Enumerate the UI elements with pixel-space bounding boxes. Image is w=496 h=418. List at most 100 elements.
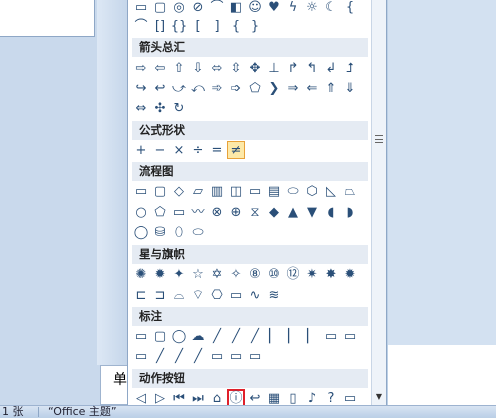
callout-noborder-3-icon[interactable]: ╱ [189, 347, 207, 365]
flow-merge-icon[interactable]: ▼ [303, 203, 321, 221]
no-symbol-icon[interactable]: ⊘ [189, 0, 207, 16]
flow-delay-icon[interactable]: ◗ [341, 203, 359, 221]
rect-icon[interactable]: ▭ [132, 0, 150, 16]
scroll-down-button[interactable]: ▼ [373, 391, 385, 403]
flow-stored-data-icon[interactable]: ◖ [322, 203, 340, 221]
arrow-bent-up-icon[interactable]: ⮥ [341, 59, 359, 77]
circular-arrow-icon[interactable]: ↻ [170, 99, 188, 117]
heart-icon[interactable]: ♥ [265, 0, 283, 16]
slide-thumbnail-area[interactable] [0, 0, 95, 37]
arrow-curved-down-icon[interactable]: ⤺ [189, 79, 207, 97]
flow-sort-icon[interactable]: ◆ [265, 203, 283, 221]
shapes-gallery[interactable]: ▭ ▢ ◎ ⊘ ⌒ ◧ ☺ ♥ ϟ ☼ ☾{⌒[]{}[]{} 箭头总汇 ⇨ ⇦ ⇧ ⇩ ⬄ ⇳ ✥ ⊥ ↱ ↰ ↲ ⮥ ↪ ↩ ⤻… [127, 0, 387, 405]
arc-icon[interactable]: ⌒ [208, 0, 226, 16]
bracket-pair-icon[interactable]: [] [151, 17, 169, 35]
flow-punched-tape-icon[interactable]: 〰 [189, 203, 207, 221]
action-sound-icon[interactable]: ♪ [303, 389, 321, 405]
chevron-arrow-icon[interactable]: ❯ [265, 79, 283, 97]
flow-extract-icon[interactable]: ▲ [284, 203, 302, 221]
arrow-left-right-icon[interactable]: ⬄ [208, 59, 226, 77]
callout-accent-border-1-icon[interactable]: ▭ [208, 347, 226, 365]
arrow-up-icon[interactable]: ⇧ [170, 59, 188, 77]
brace-icon[interactable]: { [341, 0, 359, 16]
rect-icon[interactable]: ▢ [151, 0, 169, 16]
callout-border-1-icon[interactable]: ▭ [322, 327, 340, 345]
flow-collate-icon[interactable]: ⧖ [246, 203, 264, 221]
arc-icon[interactable]: ⌒ [132, 17, 150, 35]
arrow-bent-icon[interactable]: ↱ [284, 59, 302, 77]
callout-cloud-icon[interactable]: ☁ [189, 327, 207, 345]
gallery-scrollbar[interactable]: ▼ [371, 0, 386, 405]
callout-accent-border-2-icon[interactable]: ▭ [227, 347, 245, 365]
callout-line-3-icon[interactable]: ╱ [246, 327, 264, 345]
scroll-horizontal-icon[interactable]: ▭ [227, 286, 245, 304]
flow-predefined-icon[interactable]: ▥ [208, 182, 226, 200]
moon-icon[interactable]: ☾ [322, 0, 340, 16]
callout-line-2-icon[interactable]: ╱ [227, 327, 245, 345]
action-movie-icon[interactable]: ▦ [265, 389, 283, 405]
star-16-icon[interactable]: ✷ [303, 265, 321, 283]
action-return-icon[interactable]: ↩ [246, 389, 264, 405]
star-5-icon[interactable]: ☆ [189, 265, 207, 283]
pentagon-arrow-icon[interactable]: ⬠ [246, 79, 264, 97]
callout-arrow-right-icon[interactable]: ⇒ [284, 79, 302, 97]
flow-document-icon[interactable]: ▭ [246, 182, 264, 200]
flow-preparation-icon[interactable]: ⬡ [303, 182, 321, 200]
arrow-notched-right-icon[interactable]: ➩ [227, 79, 245, 97]
right-bracket-icon[interactable]: ] [208, 17, 226, 35]
flow-terminator-icon[interactable]: ⬭ [284, 182, 302, 200]
callout-arrow-left-icon[interactable]: ⇐ [303, 79, 321, 97]
arrow-curved-left-icon[interactable]: ↩ [151, 79, 169, 97]
arrow-curved-up-icon[interactable]: ⤻ [170, 79, 188, 97]
flow-decision-icon[interactable]: ◇ [170, 182, 188, 200]
arrow-curved-right-icon[interactable]: ↪ [132, 79, 150, 97]
right-brace-icon[interactable]: } [246, 17, 264, 35]
scroll-vertical-icon[interactable]: ⎔ [208, 286, 226, 304]
curved-ribbon-up-icon[interactable]: ⌓ [170, 286, 188, 304]
star-6-icon[interactable]: ✡ [208, 265, 226, 283]
callout-arrow-quad-icon[interactable]: ✣ [151, 99, 169, 117]
arrow-u-turn-icon[interactable]: ↰ [303, 59, 321, 77]
arrow-quad-icon[interactable]: ✥ [246, 59, 264, 77]
arrow-striped-right-icon[interactable]: ➾ [208, 79, 226, 97]
arrow-down-icon[interactable]: ⇩ [189, 59, 207, 77]
callout-arrow-down-icon[interactable]: ⇓ [341, 79, 359, 97]
action-home-icon[interactable]: ⌂ [208, 389, 226, 405]
flow-process-icon[interactable]: ▭ [132, 182, 150, 200]
brace-pair-icon[interactable]: {} [170, 17, 188, 35]
plus-icon[interactable]: + [132, 141, 150, 159]
flow-data-icon[interactable]: ▱ [189, 182, 207, 200]
arrow-left-right-up-icon[interactable]: ⊥ [265, 59, 283, 77]
star-8-icon[interactable]: ⑧ [246, 265, 264, 283]
flow-display-icon[interactable]: ⬭ [189, 223, 207, 241]
callout-noborder-2-icon[interactable]: ╱ [170, 347, 188, 365]
divide-icon[interactable]: ÷ [189, 141, 207, 159]
lightning-icon[interactable]: ϟ [284, 0, 302, 16]
callout-oval-icon[interactable]: ◯ [170, 327, 188, 345]
double-wave-icon[interactable]: ≋ [265, 286, 283, 304]
flow-sequential-storage-icon[interactable]: ◯ [132, 223, 150, 241]
action-beginning-icon[interactable]: ⏮ [170, 389, 188, 405]
scrollbar-grip[interactable] [375, 135, 383, 143]
star-12-icon[interactable]: ⑫ [284, 265, 302, 283]
circle-icon[interactable]: ◎ [170, 0, 188, 16]
callout-accent-2-icon[interactable]: ▏ [284, 327, 302, 345]
sun-icon[interactable]: ☼ [303, 0, 321, 16]
callout-accent-border-3-icon[interactable]: ▭ [246, 347, 264, 365]
flow-alt-process-icon[interactable]: ▢ [151, 182, 169, 200]
curved-ribbon-down-icon[interactable]: ⌔ [189, 286, 207, 304]
flow-offpage-icon[interactable]: ⬠ [151, 203, 169, 221]
not-equal-icon[interactable]: ≠ [227, 141, 245, 159]
callout-rounded-rect-icon[interactable]: ▢ [151, 327, 169, 345]
action-forward-icon[interactable]: ▷ [151, 389, 169, 405]
flow-internal-storage-icon[interactable]: ◫ [227, 182, 245, 200]
star-10-icon[interactable]: ⑩ [265, 265, 283, 283]
ribbon-down-icon[interactable]: ⊐ [151, 286, 169, 304]
explosion-1-icon[interactable]: ✺ [132, 265, 150, 283]
callout-accent-3-icon[interactable]: ▏ [303, 327, 321, 345]
equal-icon[interactable]: = [208, 141, 226, 159]
flow-multidocument-icon[interactable]: ▤ [265, 182, 283, 200]
minus-icon[interactable]: − [151, 141, 169, 159]
action-information-icon[interactable]: ⓘ [227, 389, 245, 405]
star-24-icon[interactable]: ✸ [322, 265, 340, 283]
